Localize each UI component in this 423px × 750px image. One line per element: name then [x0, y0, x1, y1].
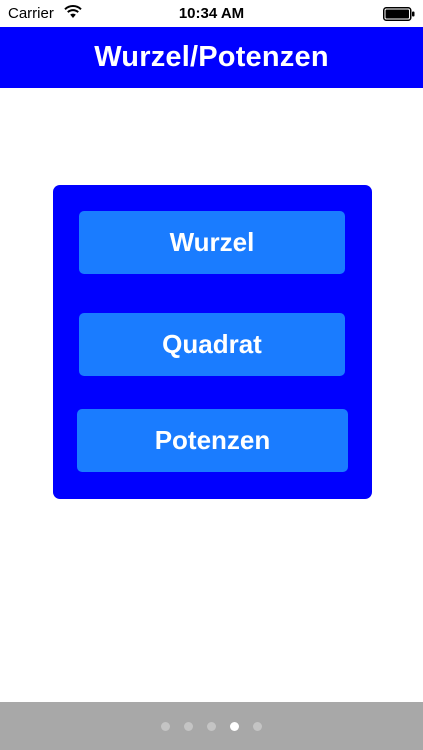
page-dot[interactable]: [230, 721, 239, 731]
battery-icon: [383, 7, 415, 21]
page-dot[interactable]: [253, 721, 262, 731]
menu-panel: Wurzel Quadrat Potenzen: [53, 185, 372, 499]
page-title: Wurzel/Potenzen: [94, 41, 329, 73]
page-dot[interactable]: [161, 721, 170, 731]
page-dot[interactable]: [184, 721, 193, 731]
page-dot[interactable]: [207, 721, 216, 731]
wurzel-button[interactable]: Wurzel: [79, 211, 345, 274]
quadrat-button[interactable]: Quadrat: [79, 313, 345, 376]
status-time: 10:34 AM: [178, 5, 245, 22]
navigation-bar: Wurzel/Potenzen: [0, 27, 423, 88]
page-control[interactable]: [161, 721, 262, 731]
potenzen-button[interactable]: Potenzen: [77, 409, 348, 472]
bottom-bar: [0, 702, 423, 750]
status-bar: Carrier 10:34 AM: [0, 0, 423, 27]
